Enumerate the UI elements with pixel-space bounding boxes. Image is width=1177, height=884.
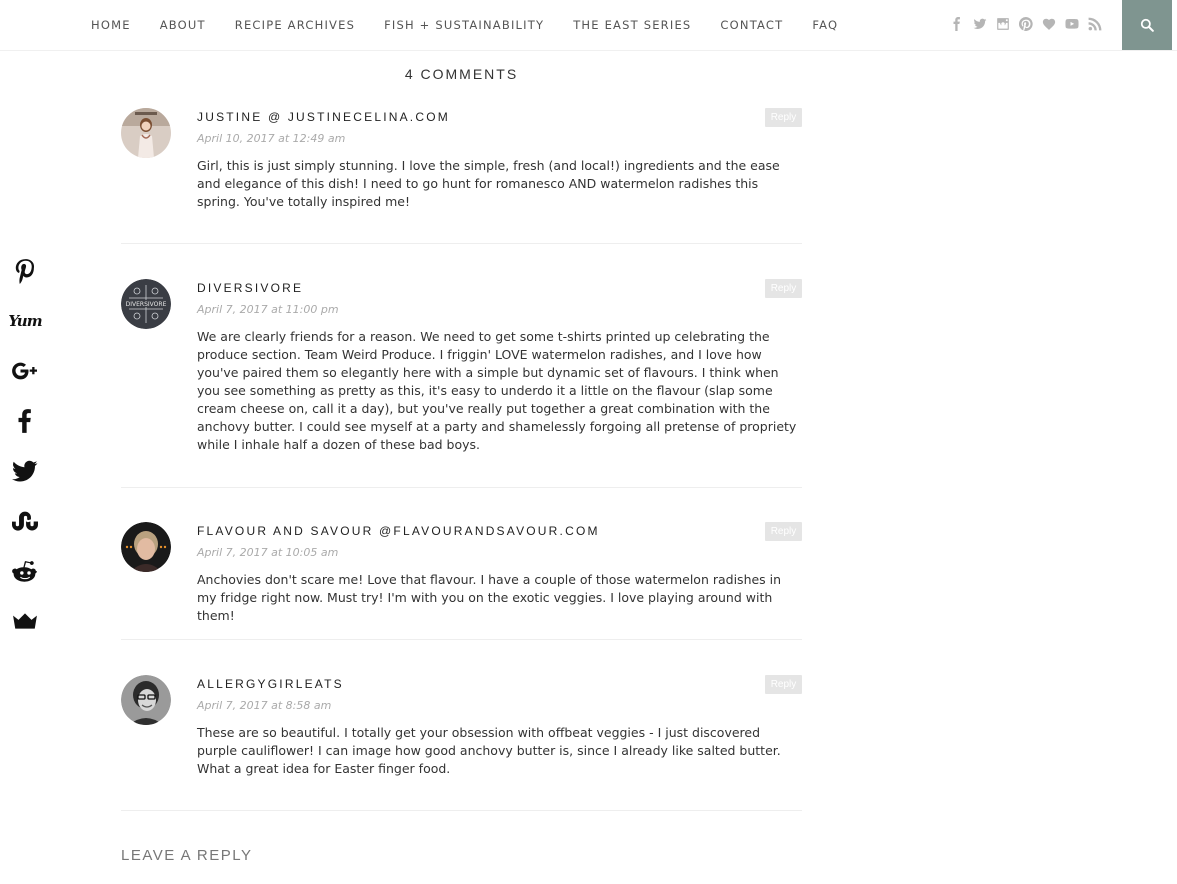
facebook-share-button[interactable] xyxy=(10,408,40,458)
comment-text: Girl, this is just simply stunning. I lo… xyxy=(197,158,780,209)
reply-button[interactable]: Reply xyxy=(765,108,802,127)
pinterest-share-button[interactable] xyxy=(10,258,40,308)
rss-icon[interactable] xyxy=(1088,16,1102,31)
comments-count-heading: 4 COMMENTS xyxy=(404,66,519,82)
sumo-crown-icon xyxy=(13,613,37,629)
comment-author[interactable]: FLAVOUR AND SAVOUR @FLAVOURANDSAVOUR.COM xyxy=(197,524,600,538)
twitter-icon[interactable] xyxy=(973,16,987,30)
bloglovin-heart-icon[interactable] xyxy=(1042,16,1056,30)
nav-item-about[interactable]: ABOUT xyxy=(160,18,206,32)
nav-menu: HOME ABOUT RECIPE ARCHIVES FISH + SUSTAI… xyxy=(91,0,867,50)
nav-item-east-series[interactable]: THE EAST SERIES xyxy=(573,18,691,32)
comment-item: FLAVOUR AND SAVOUR @FLAVOURANDSAVOUR.COM… xyxy=(121,522,802,623)
nav-item-recipe-archives[interactable]: RECIPE ARCHIVES xyxy=(235,18,355,32)
reddit-share-button[interactable] xyxy=(10,558,40,608)
comment-divider xyxy=(121,810,802,811)
reply-button[interactable]: Reply xyxy=(765,279,802,298)
yummly-icon: Yum xyxy=(8,312,42,330)
sumo-share-button[interactable] xyxy=(10,608,40,658)
avatar xyxy=(121,675,171,725)
avatar-logo-text: DIVERSIVORE xyxy=(126,301,167,308)
nav-item-fish-sustainability[interactable]: FISH + SUSTAINABILITY xyxy=(384,18,544,32)
nav-item-contact[interactable]: CONTACT xyxy=(720,18,783,32)
comment-text: These are so beautiful. I totally get yo… xyxy=(197,725,781,776)
comment-author[interactable]: DIVERSIVORE xyxy=(197,281,303,295)
comment-author[interactable]: ALLERGYGIRLEATS xyxy=(197,677,344,691)
comment-date[interactable]: April 10, 2017 at 12:49 am xyxy=(197,132,345,145)
comment-text: We are clearly friends for a reason. We … xyxy=(197,329,797,452)
google-plus-share-button[interactable] xyxy=(10,358,40,408)
twitter-icon xyxy=(12,460,38,482)
avatar: DIVERSIVORE xyxy=(121,279,171,329)
comment-date[interactable]: April 7, 2017 at 11:00 pm xyxy=(197,303,339,316)
comment-date[interactable]: April 7, 2017 at 8:58 am xyxy=(197,699,331,712)
avatar xyxy=(121,108,171,158)
nav-item-home[interactable]: HOME xyxy=(91,18,131,32)
pinterest-icon xyxy=(15,259,35,284)
comment-text: Anchovies don't scare me! Love that flav… xyxy=(197,572,782,623)
yummly-share-button[interactable]: Yum xyxy=(8,308,42,358)
comment-item: ALLERGYGIRLEATS Reply April 7, 2017 at 8… xyxy=(121,675,802,785)
stumbleupon-share-button[interactable] xyxy=(10,508,40,558)
facebook-icon xyxy=(18,409,31,433)
avatar xyxy=(121,522,171,572)
top-navigation: HOME ABOUT RECIPE ARCHIVES FISH + SUSTAI… xyxy=(0,0,1177,51)
share-bar: Yum xyxy=(8,258,43,658)
facebook-icon[interactable] xyxy=(950,16,964,31)
nav-item-faq[interactable]: FAQ xyxy=(812,18,838,32)
comment-divider xyxy=(121,487,802,488)
comment-author[interactable]: JUSTINE @ JUSTINECELINA.COM xyxy=(197,110,450,124)
comment-item: JUSTINE @ JUSTINECELINA.COM Reply April … xyxy=(121,108,802,218)
social-links xyxy=(950,16,1111,31)
reply-button[interactable]: Reply xyxy=(765,522,802,541)
instagram-icon[interactable] xyxy=(996,16,1010,30)
reddit-icon xyxy=(12,561,37,582)
twitter-share-button[interactable] xyxy=(10,458,40,508)
comment-date[interactable]: April 7, 2017 at 10:05 am xyxy=(197,546,338,559)
reply-button[interactable]: Reply xyxy=(765,675,802,694)
stumbleupon-icon xyxy=(12,511,38,531)
comment-item: DIVERSIVORE DIVERSIVORE Reply April 7, 2… xyxy=(121,279,802,459)
google-plus-icon xyxy=(12,362,37,380)
pinterest-icon[interactable] xyxy=(1018,16,1033,31)
comment-divider xyxy=(121,243,802,244)
search-icon xyxy=(1140,18,1154,32)
leave-reply-heading: LEAVE A REPLY xyxy=(121,847,253,864)
youtube-icon[interactable] xyxy=(1065,16,1079,30)
comment-divider xyxy=(121,639,802,640)
search-button[interactable] xyxy=(1122,0,1172,50)
